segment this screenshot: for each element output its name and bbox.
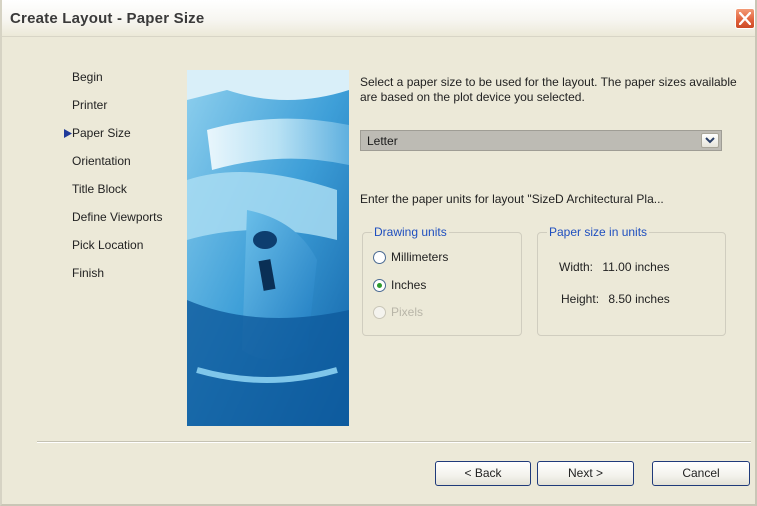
step-label: Paper Size <box>72 126 131 140</box>
radio-label: Pixels <box>391 305 424 319</box>
step-printer: Printer <box>72 98 192 112</box>
height-value: 8.50 inches <box>608 292 670 306</box>
paper-height-row: Height: 8.50 inches <box>561 292 670 306</box>
units-prompt: Enter the paper units for layout "SizeD … <box>360 192 664 206</box>
step-begin: Begin <box>72 70 192 84</box>
width-label: Width: <box>559 260 594 274</box>
paper-size-in-units-group: Paper size in units Width: 11.00 inches … <box>537 225 726 336</box>
step-label: Orientation <box>72 154 131 168</box>
wizard-banner-image <box>187 70 349 426</box>
paper-width-row: Width: 11.00 inches <box>559 260 670 274</box>
drawing-units-legend: Drawing units <box>372 225 449 239</box>
step-title-block: Title Block <box>72 182 192 196</box>
step-label: Finish <box>72 266 105 280</box>
paper-size-description: Select a paper size to be used for the l… <box>360 75 737 104</box>
radio-label: Inches <box>391 278 427 292</box>
drawing-units-group: Drawing units Millimeters Inches Pixels <box>362 225 522 336</box>
title-bar[interactable]: Create Layout - Paper Size <box>2 0 755 37</box>
step-label: Pick Location <box>72 238 144 252</box>
chevron-down-icon <box>705 137 715 144</box>
radio-label: Millimeters <box>391 250 449 264</box>
radio-button[interactable] <box>373 251 386 264</box>
radio-button <box>373 306 386 319</box>
divider <box>37 441 751 443</box>
close-icon <box>739 12 751 25</box>
step-pick-location: Pick Location <box>72 238 192 252</box>
paper-size-select-value: Letter <box>367 134 398 148</box>
cancel-button[interactable]: Cancel <box>652 461 750 486</box>
radio-button[interactable] <box>373 279 386 292</box>
paper-size-legend: Paper size in units <box>547 225 650 239</box>
current-step-arrow-icon <box>64 129 72 138</box>
width-value: 11.00 inches <box>602 260 670 274</box>
height-label: Height: <box>561 292 600 306</box>
step-label: Define Viewports <box>72 210 163 224</box>
step-label: Printer <box>72 98 108 112</box>
window-title: Create Layout - Paper Size <box>10 10 205 27</box>
next-button[interactable]: Next > <box>537 461 634 486</box>
step-finish: Finish <box>72 266 192 280</box>
plotter-illustration-icon <box>187 70 349 426</box>
step-label: Begin <box>72 70 103 84</box>
dropdown-button[interactable] <box>701 133 719 148</box>
step-define-viewports: Define Viewports <box>72 210 192 224</box>
step-paper-size: Paper Size <box>64 126 192 140</box>
paper-size-select[interactable]: Letter <box>360 130 722 151</box>
close-button[interactable] <box>735 8 755 29</box>
step-label: Title Block <box>72 182 127 196</box>
step-orientation: Orientation <box>72 154 192 168</box>
create-layout-dialog: Create Layout - Paper Size Begin Printer… <box>0 0 757 506</box>
back-button[interactable]: < Back <box>435 461 531 486</box>
